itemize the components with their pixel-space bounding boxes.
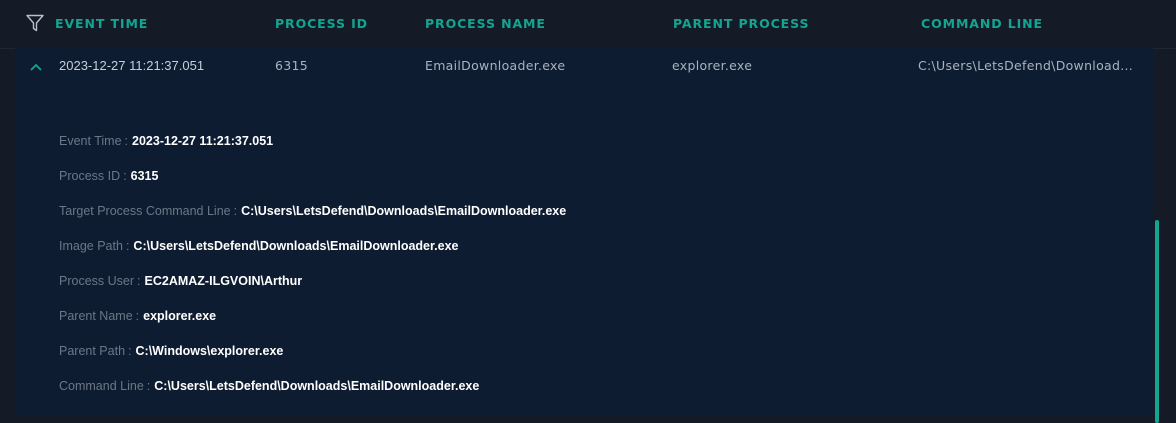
detail-separator: : [125, 239, 130, 253]
detail-value: EC2AMAZ-ILGVOIN\Arthur [144, 274, 303, 288]
detail-label: Parent Path [59, 344, 126, 358]
process-events-table: EVENT TIME PROCESS ID PROCESS NAME PAREN… [0, 0, 1176, 423]
detail-label: Target Process Command Line [59, 204, 231, 218]
cell-parent-process: explorer.exe [672, 58, 753, 73]
detail-value: explorer.exe [143, 309, 217, 323]
detail-label: Command Line [59, 379, 144, 393]
detail-label: Process ID [59, 169, 121, 183]
detail-value: C:\Users\LetsDefend\Downloads\EmailDownl… [133, 239, 459, 253]
detail-separator: : [128, 344, 132, 358]
detail-label: Event Time [59, 134, 122, 148]
chevron-up-icon[interactable] [29, 60, 43, 74]
cell-process-name: EmailDownloader.exe [425, 58, 566, 73]
detail-value: 6315 [130, 169, 159, 183]
detail-value: 2023-12-27 11:21:37.051 [132, 134, 274, 148]
table-row[interactable]: 2023-12-27 11:21:37.051 6315 EmailDownlo… [15, 48, 1153, 84]
detail-value: C:\Windows\explorer.exe [135, 344, 284, 358]
detail-separator: : [146, 379, 151, 393]
column-header-process-id[interactable]: PROCESS ID [275, 16, 368, 31]
vertical-scrollbar[interactable] [1155, 220, 1159, 423]
detail-separator: : [124, 134, 129, 148]
detail-label: Process User [59, 274, 135, 288]
detail-separator: : [137, 274, 141, 288]
filter-icon[interactable] [25, 13, 45, 33]
detail-value: C:\Users\LetsDefend\Downloads\EmailDownl… [241, 204, 567, 218]
cell-process-id: 6315 [275, 58, 309, 73]
cell-command-line: C:\Users\LetsDefend\Download... [918, 58, 1134, 73]
table-row-expanded: 2023-12-27 11:21:37.051 6315 EmailDownlo… [15, 48, 1153, 415]
column-header-process-name[interactable]: PROCESS NAME [425, 16, 546, 31]
detail-process-id: Process ID:6315 [59, 169, 158, 183]
detail-image-path: Image Path: C:\Users\LetsDefend\Downloads… [59, 239, 459, 253]
detail-separator: : [135, 309, 140, 323]
detail-separator: : [233, 204, 238, 218]
detail-parent-name: Parent Name: explorer.exe [59, 309, 216, 323]
detail-value: C:\Users\LetsDefend\Downloads\EmailDownl… [154, 379, 480, 393]
detail-parent-path: Parent Path: C:\Windows\explorer.exe [59, 344, 283, 358]
detail-target-process-command-line: Target Process Command Line: C:\Users\Let… [59, 204, 566, 218]
detail-label: Parent Name [59, 309, 133, 323]
detail-event-time: Event Time:2023-12-27 11:21:37.051 [59, 134, 273, 148]
column-header-parent-process[interactable]: PARENT PROCESS [673, 16, 809, 31]
column-header-event-time[interactable]: EVENT TIME [55, 16, 148, 31]
cell-event-time: 2023-12-27 11:21:37.051 [59, 58, 205, 73]
detail-separator: : [123, 169, 127, 183]
detail-label: Image Path [59, 239, 123, 253]
detail-process-user: Process User: EC2AMAZ-ILGVOIN\Arthur [59, 274, 302, 288]
column-header-command-line[interactable]: COMMAND LINE [921, 16, 1043, 31]
table-header: EVENT TIME PROCESS ID PROCESS NAME PAREN… [0, 0, 1176, 49]
detail-command-line: Command Line: C:\Users\LetsDefend\Downloa… [59, 379, 479, 393]
